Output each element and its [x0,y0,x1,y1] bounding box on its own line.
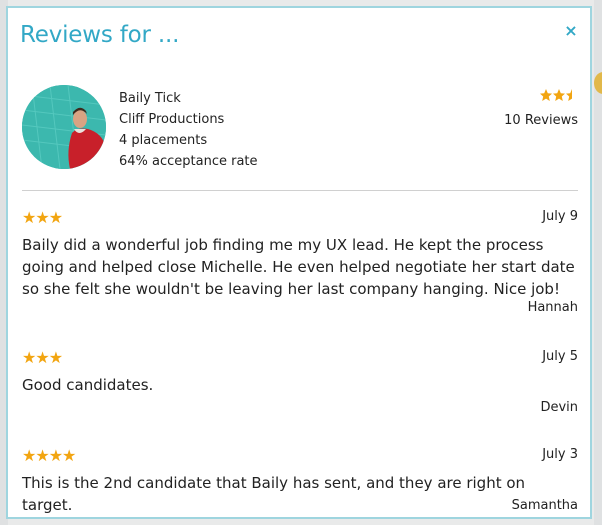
divider [22,190,578,191]
star-icons [540,89,572,101]
modal-title: Reviews for ... [20,22,180,48]
review-text: Baily did a wonderful job finding me my … [22,236,575,298]
review-date: July 5 [542,349,578,364]
review-text: This is the 2nd candidate that Baily has… [22,474,526,514]
recruiter-acceptance-rate: 64% acceptance rate [119,154,258,169]
avatar-photo [22,85,106,169]
reviews-modal: Reviews for ... × Baily Tick Cliff Produ… [6,6,592,519]
recruiter-placements: 4 placements [119,133,208,148]
review-stars: ★★★★ [22,446,76,465]
review-count: 10 Reviews [504,113,578,128]
review-text: Good candidates. [22,376,154,394]
avatar [22,85,106,169]
rating-summary: 10 Reviews [504,88,578,131]
close-icon[interactable]: × [562,22,580,40]
review-stars: ★★★ [22,348,63,367]
recruiter-info: Baily Tick Cliff Productions 4 placement… [119,88,258,172]
review-stars: ★★★ [22,208,63,227]
recruiter-name: Baily Tick [119,91,181,106]
recruiter-company: Cliff Productions [119,112,225,127]
review-date: July 9 [542,209,578,224]
review-author: Samantha [511,498,578,513]
review-author: Hannah [527,300,578,315]
overall-star-rating [504,88,578,110]
review-date: July 3 [542,447,578,462]
review-author: Devin [540,400,578,415]
